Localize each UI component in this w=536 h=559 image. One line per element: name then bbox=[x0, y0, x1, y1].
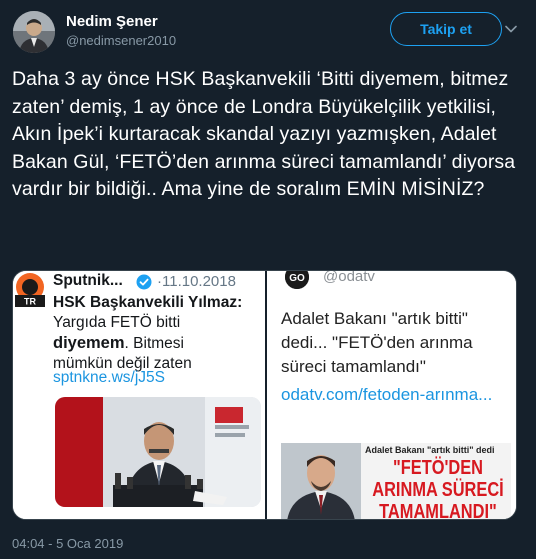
odatv-photo: Adalet Bakanı "artık bitti" dedi "FETÖ'D… bbox=[281, 443, 511, 520]
user-avatar[interactable] bbox=[13, 11, 55, 53]
sputnik-photo bbox=[55, 397, 261, 507]
photo-caption: Adalet Bakanı "artık bitti" dedi bbox=[365, 445, 495, 455]
sputnik-account-name: Sputnik... bbox=[53, 272, 123, 289]
author-handle[interactable]: @nedimsener2010 bbox=[66, 33, 176, 48]
sputnik-date: ·11.10.2018 bbox=[157, 273, 236, 290]
press-conference-photo-icon bbox=[55, 397, 261, 507]
sputnik-logo-badge: TR bbox=[24, 297, 36, 307]
sputnik-headline: HSK Başkanvekili Yılmaz: Yargıda FETÖ bi… bbox=[53, 293, 258, 374]
tweet-header: Nedim Şener @nedimsener2010 Takip et bbox=[0, 0, 536, 60]
sputnik-logo-icon: TR bbox=[15, 273, 45, 307]
headline-line-1: HSK Başkanvekili Yılmaz: bbox=[53, 294, 243, 311]
follow-button[interactable]: Takip et bbox=[390, 12, 502, 46]
odatv-handle: @odatv bbox=[323, 270, 375, 285]
photo-headline: "FETÖ'DEN ARINMA SÜRECİ TAMAMLANDI" bbox=[372, 457, 504, 520]
odatv-link[interactable]: odatv.com/fetoden-arınma... bbox=[281, 383, 511, 407]
minister-portrait-icon bbox=[281, 443, 361, 519]
chevron-down-icon[interactable] bbox=[504, 22, 518, 36]
headline-line-3-rest: . Bitmesi bbox=[124, 335, 184, 352]
headline-line-3: diyemem. Bitmesi bbox=[53, 333, 258, 354]
headline-line-2: Yargıda FETÖ bitti bbox=[53, 314, 181, 331]
avatar-photo-icon bbox=[13, 11, 55, 53]
media-image-left[interactable]: TR Sputnik... ·11.10.2018 HSK Başkanveki… bbox=[13, 271, 265, 519]
media-image-right[interactable]: GO @odatv Adalet Bakanı "artık bitti" de… bbox=[267, 270, 516, 520]
odatv-logo-mark: GO bbox=[285, 271, 309, 289]
tweet-timestamp[interactable]: 04:04 - 5 Oca 2019 bbox=[12, 536, 123, 551]
odatv-logo-text: GO bbox=[289, 273, 305, 284]
tweet-text: Daha 3 ay önce HSK Başkanvekili ‘Bitti d… bbox=[12, 68, 516, 201]
odatv-text: Adalet Bakanı "artık bitti" dedi... "FET… bbox=[281, 309, 473, 376]
author-name[interactable]: Nedim Şener bbox=[66, 13, 158, 30]
sputnik-link[interactable]: sptnkne.ws/jJ5S bbox=[53, 369, 165, 387]
odatv-logo-icon: GO bbox=[285, 271, 309, 289]
media-grid[interactable]: TR Sputnik... ·11.10.2018 HSK Başkanveki… bbox=[12, 270, 517, 520]
verified-badge-icon bbox=[136, 274, 152, 290]
headline-emphasis: diyemem bbox=[53, 334, 125, 352]
